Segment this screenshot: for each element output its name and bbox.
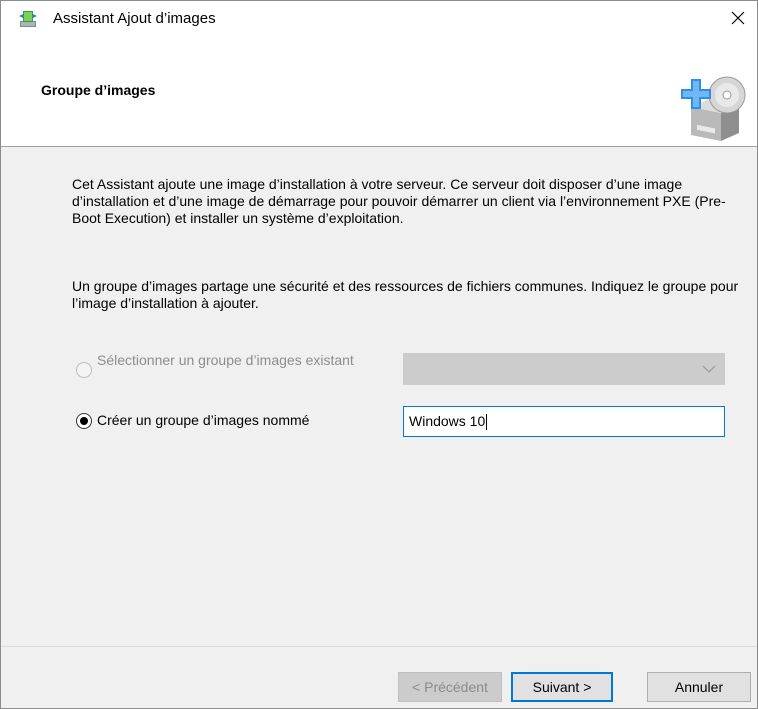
page-title: Groupe d’images xyxy=(41,82,156,98)
wizard-header: Groupe d’images xyxy=(1,35,757,147)
window-title: Assistant Ajout d’images xyxy=(53,10,216,27)
radio-new-group[interactable] xyxy=(76,413,92,429)
radio-new-group-label[interactable]: Créer un groupe d’images nommé xyxy=(97,412,309,428)
wizard-app-icon xyxy=(19,11,37,27)
close-icon xyxy=(731,11,745,25)
option-existing-group: Sélectionner un groupe d’images existant xyxy=(76,352,376,378)
radio-existing-group-label: Sélectionner un groupe d’images existant xyxy=(97,352,354,368)
group-description-text: Un groupe d’images partage une sécurité … xyxy=(72,278,739,311)
option-new-group[interactable]: Créer un groupe d’images nommé xyxy=(76,412,376,429)
chevron-down-icon xyxy=(702,365,716,373)
next-button[interactable]: Suivant > xyxy=(511,672,613,702)
add-image-server-icon xyxy=(681,76,746,141)
footer-divider xyxy=(1,646,757,647)
existing-group-select xyxy=(403,353,725,385)
radio-existing-group xyxy=(76,362,92,378)
cancel-button[interactable]: Annuler xyxy=(647,672,751,702)
wizard-window: Assistant Ajout d’images Groupe d’images… xyxy=(0,0,758,709)
title-bar: Assistant Ajout d’images xyxy=(1,1,757,35)
new-group-name-input[interactable]: Windows 10 xyxy=(403,406,725,437)
text-caret xyxy=(486,414,488,431)
new-group-name-value: Windows 10 xyxy=(409,413,486,429)
close-button[interactable] xyxy=(719,1,757,35)
previous-button: < Précédent xyxy=(398,672,502,702)
intro-text: Cet Assistant ajoute une image d’install… xyxy=(72,176,726,226)
next-button-label: Suivant > xyxy=(532,679,592,695)
